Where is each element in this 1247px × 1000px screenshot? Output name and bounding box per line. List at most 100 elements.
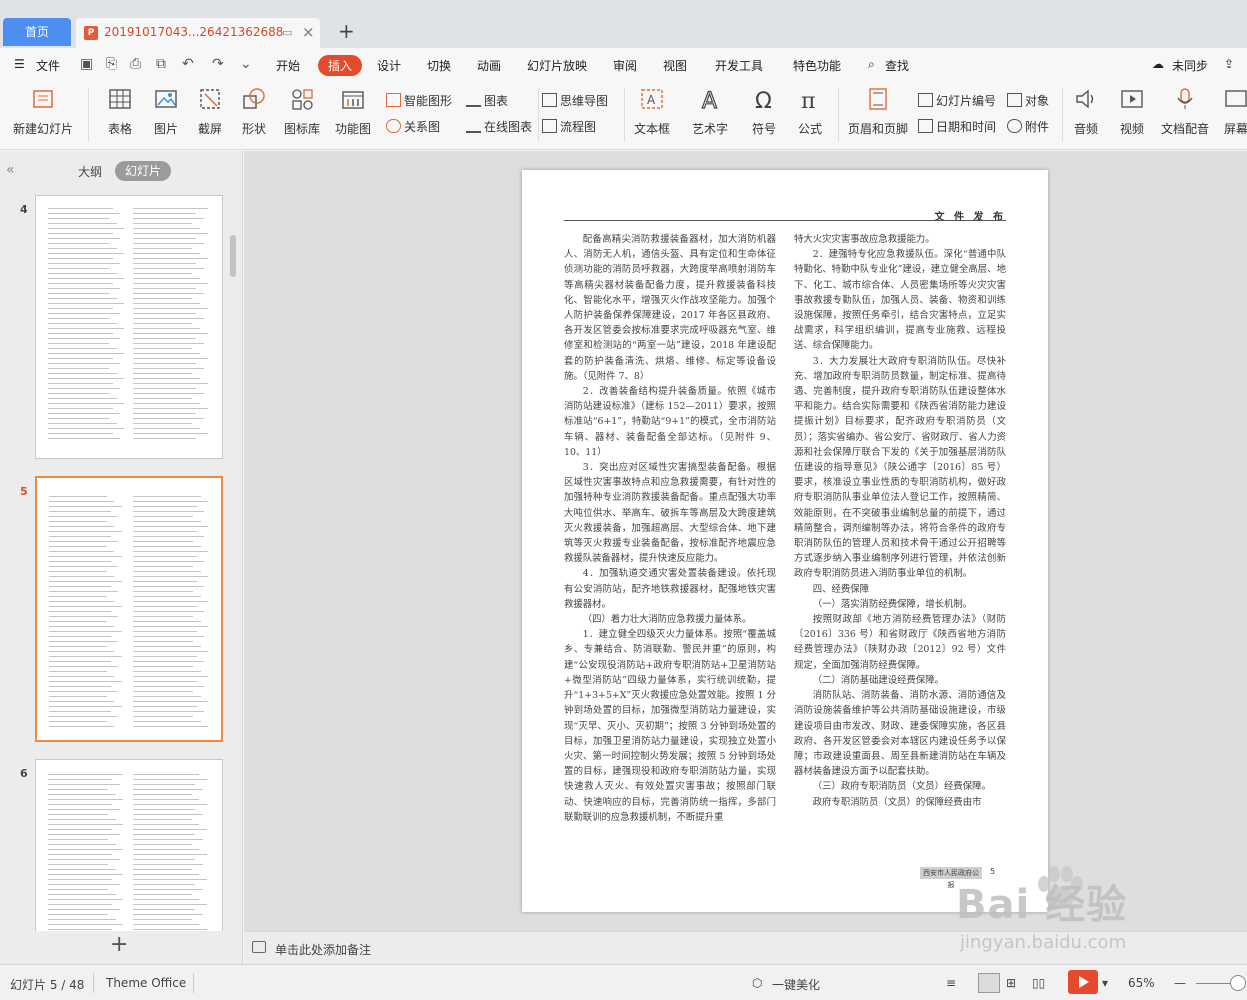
smart-art-button[interactable]: 智能图形	[386, 92, 452, 109]
screen-record-button[interactable]: 屏幕	[1216, 86, 1247, 137]
redo-icon[interactable]: ↷	[212, 56, 224, 72]
menu-search[interactable]: 查找	[885, 57, 909, 74]
menu-design[interactable]: 设计	[377, 57, 401, 74]
zoom-level[interactable]: 65%	[1128, 976, 1155, 990]
menu-review[interactable]: 审阅	[613, 57, 637, 74]
search-icon[interactable]: ⌕	[868, 57, 875, 72]
thumbnail-text-line	[133, 566, 194, 567]
zoom-slider-handle[interactable]	[1230, 975, 1246, 991]
new-tab-plus-icon[interactable]: +	[338, 19, 355, 43]
menu-features[interactable]: 特色功能	[793, 57, 841, 74]
menu-transition[interactable]: 切换	[427, 57, 451, 74]
thumbnail-text-line	[133, 819, 192, 820]
textbox-icon: A	[641, 89, 663, 109]
object-button[interactable]: 对象	[1007, 92, 1049, 109]
outline-tab[interactable]: 大纲	[78, 163, 102, 180]
thumbnail-text-line	[133, 581, 197, 582]
bar-chart-icon	[466, 93, 481, 107]
add-slide-plus-icon[interactable]: +	[110, 932, 128, 957]
symbol-button[interactable]: Ω 符号	[744, 86, 784, 137]
tab-document[interactable]: P 20191017043...26421362688 ▭ ×	[76, 18, 320, 48]
attachment-button[interactable]: 附件	[1007, 118, 1049, 135]
mind-map-button[interactable]: 思维导图	[542, 92, 608, 109]
zoom-out-icon[interactable]: —	[1174, 976, 1186, 990]
slide-page[interactable]: 文 件 发 布 配备高精尖消防救援装备器材，加大消防机器人、消防无人机，通信头盔…	[522, 170, 1048, 912]
thumbnail-text-line	[48, 924, 124, 925]
thumbnail-text-line	[49, 571, 107, 572]
menu-slideshow[interactable]: 幻灯片放映	[527, 57, 587, 74]
thumbnail-text-line	[48, 363, 121, 364]
slide-number-button[interactable]: 幻灯片编号	[918, 92, 996, 109]
close-icon[interactable]: ×	[302, 23, 315, 41]
hamburger-menu-icon[interactable]: ☰	[14, 57, 25, 71]
online-chart-button[interactable]: 在线图表	[466, 118, 532, 135]
menu-insert[interactable]: 插入	[318, 55, 363, 76]
panel-scrollbar[interactable]	[230, 235, 236, 277]
date-time-button[interactable]: 日期和时间	[918, 118, 996, 135]
slide-canvas[interactable]: 文 件 发 布 配备高精尖消防救援装备器材，加大消防机器人、消防无人机，通信头盔…	[244, 151, 1247, 931]
normal-view-icon[interactable]	[978, 973, 1000, 993]
save-icon[interactable]: ▣	[80, 56, 93, 72]
video-button[interactable]: 视频	[1112, 86, 1152, 137]
thumbnail-text-line	[48, 819, 116, 820]
thumbnail-text-line	[48, 779, 112, 780]
thumbnail-text-line	[133, 531, 197, 532]
thumbnail-text-line	[133, 701, 209, 702]
icon-library-button[interactable]: 图标库	[280, 86, 324, 137]
microphone-icon	[1177, 88, 1193, 109]
slides-tab[interactable]: 幻灯片	[115, 161, 171, 181]
sync-status[interactable]: 未同步	[1172, 57, 1208, 74]
add-notes-placeholder[interactable]: 单击此处添加备注	[275, 941, 371, 958]
textbox-button[interactable]: A 文本框	[630, 86, 674, 137]
menu-start[interactable]: 开始	[276, 57, 300, 74]
theme-name[interactable]: Theme Office	[106, 976, 186, 990]
play-slideshow-button[interactable]	[1068, 970, 1098, 994]
shape-button[interactable]: 形状	[234, 86, 274, 137]
new-slide-button[interactable]: 新建幻灯片	[10, 86, 76, 137]
chart-button[interactable]: 图表	[466, 92, 508, 109]
reading-view-icon[interactable]: ▯▯	[1032, 976, 1045, 990]
slide-sorter-icon[interactable]: ⊞	[1006, 976, 1016, 990]
table-button[interactable]: 表格	[100, 86, 140, 137]
menu-animation[interactable]: 动画	[477, 57, 501, 74]
picture-button[interactable]: 图片	[146, 86, 186, 137]
print-preview-icon[interactable]: ⧉	[156, 56, 166, 72]
wordart-button[interactable]: A 艺术字	[686, 86, 734, 137]
header-footer-button[interactable]: 页眉和页脚	[846, 86, 910, 137]
notes-view-icon[interactable]: ≡	[946, 976, 956, 990]
undo-icon[interactable]: ↶	[182, 56, 194, 72]
one-click-beautify-button[interactable]: 一键美化	[772, 976, 820, 993]
print-icon[interactable]: ⎙	[130, 56, 141, 72]
menu-view[interactable]: 视图	[663, 57, 687, 74]
tab-home[interactable]: 首页	[3, 18, 71, 46]
play-options-dropdown-icon[interactable]: ▾	[1102, 976, 1108, 990]
slide-thumbnail[interactable]	[35, 195, 223, 459]
thumbnail-text-line	[133, 298, 193, 299]
menu-developer[interactable]: 开发工具	[715, 57, 763, 74]
thumbnail-text-line	[48, 879, 112, 880]
thumbnail-text-line	[48, 218, 109, 219]
thumbnail-text-line	[133, 348, 193, 349]
customize-dropdown-icon[interactable]: ⌄	[240, 56, 252, 72]
slide-thumbnail[interactable]	[35, 759, 223, 931]
thumbnail-text-line	[133, 794, 192, 795]
formula-button[interactable]: π 公式	[790, 86, 830, 137]
thumbnail-text-line	[49, 561, 111, 562]
function-chart-button[interactable]: 功能图	[328, 86, 378, 137]
thumbnail-text-line	[133, 809, 196, 810]
thumbnail-text-line	[133, 313, 197, 314]
thumbnail-text-line	[133, 706, 197, 707]
export-icon[interactable]: ⎘	[106, 56, 117, 72]
collapse-panel-icon[interactable]: «	[6, 162, 15, 178]
audio-button[interactable]: 音频	[1068, 86, 1104, 137]
flowchart-button[interactable]: 流程图	[542, 118, 596, 135]
menu-file[interactable]: 文件	[36, 57, 60, 74]
screenshot-button[interactable]: 截屏	[190, 86, 230, 137]
thumbnail-text-line	[133, 716, 194, 717]
thumbnail-text-line	[133, 393, 204, 394]
monitor-icon[interactable]: ▭	[282, 26, 292, 39]
slide-thumbnail-selected[interactable]	[35, 476, 223, 742]
share-icon[interactable]: ⇪	[1224, 57, 1234, 71]
relation-chart-button[interactable]: 关系图	[386, 118, 440, 135]
document-dub-button[interactable]: 文档配音	[1158, 86, 1212, 137]
